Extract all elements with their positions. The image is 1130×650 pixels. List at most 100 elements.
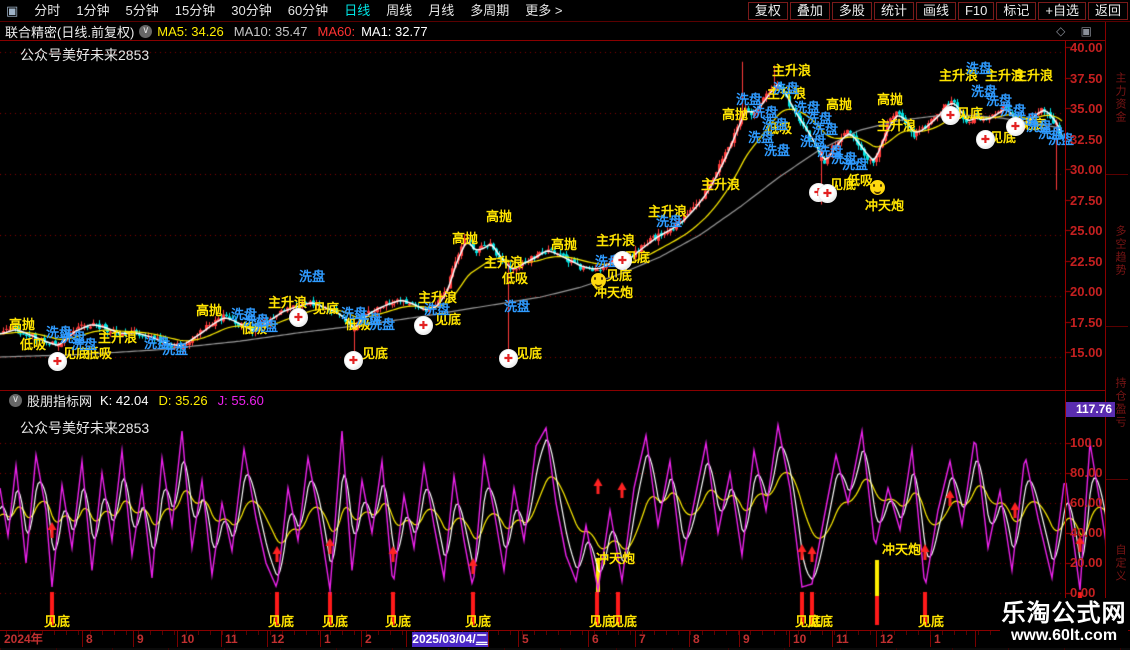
signal-label: 低吸 <box>502 272 528 285</box>
time-axis-tick <box>234 631 235 635</box>
tab-月线[interactable]: 月线 <box>420 3 462 18</box>
tab-多周期[interactable]: 多周期 <box>462 3 517 18</box>
price-axis-label: 22.50 <box>1070 255 1103 268</box>
tab-日线[interactable]: 日线 <box>336 3 378 18</box>
divider-panels <box>0 390 1130 391</box>
time-axis-tick <box>654 631 655 635</box>
signal-label: 见底 <box>957 107 983 120</box>
action-F10[interactable]: F10 <box>958 2 994 20</box>
time-axis-separator <box>876 631 877 647</box>
time-axis-separator <box>406 631 407 647</box>
tab-30分钟[interactable]: 30分钟 <box>223 3 279 18</box>
action-叠加[interactable]: 叠加 <box>790 2 830 20</box>
sidebar-tab-多空趋势[interactable]: 多空趋势 <box>1106 175 1128 328</box>
time-axis-tick <box>966 631 967 635</box>
signal-label: 主升浪 <box>701 178 740 191</box>
action-标记[interactable]: 标记 <box>996 2 1036 20</box>
signal-label: 低吸 <box>20 338 46 351</box>
time-axis-tick <box>126 631 127 635</box>
washplate-label: 洗盘 <box>162 343 188 356</box>
signal-label: 主升浪 <box>877 119 916 132</box>
time-axis-tick <box>918 631 919 635</box>
time-axis[interactable]: 2025/03/04/二 2024年8910111212567891011121 <box>0 630 1130 649</box>
action-画线[interactable]: 画线 <box>916 2 956 20</box>
time-axis-tick <box>750 631 751 635</box>
action-复权[interactable]: 复权 <box>748 2 788 20</box>
tab-60分钟[interactable]: 60分钟 <box>280 3 336 18</box>
time-axis-tick <box>42 631 43 635</box>
ma1-value: MA1: 32.77 <box>361 24 428 39</box>
annotations-overlay: 高抛低吸见底低吸主升浪高抛低吸主升浪见底低吸见底主升浪见底高抛高抛主升浪低吸见底… <box>0 0 1130 650</box>
action-多股[interactable]: 多股 <box>832 2 872 20</box>
signal-label: 主升浪 <box>484 256 523 269</box>
action-+自选[interactable]: +自选 <box>1038 2 1086 20</box>
time-axis-tick <box>570 631 571 635</box>
time-axis-tick <box>138 631 139 635</box>
time-axis-separator <box>588 631 589 647</box>
ma5-value: MA5: 34.26 <box>157 24 224 39</box>
time-axis-separator <box>975 631 976 647</box>
kdj-d-value: D: 35.26 <box>158 393 207 408</box>
time-axis-tick <box>378 631 379 635</box>
signal-label: 见底 <box>313 302 339 315</box>
time-axis-tick <box>210 631 211 635</box>
signal-label: 冲天炮 <box>865 199 904 212</box>
time-axis-tick <box>150 631 151 635</box>
time-axis-label: 6 <box>592 633 599 646</box>
time-axis-tick <box>54 631 55 635</box>
signal-label: 高抛 <box>196 304 222 317</box>
smiley-icon <box>870 180 885 195</box>
time-axis-tick <box>18 631 19 635</box>
time-axis-tick <box>762 631 763 635</box>
time-axis-tick <box>534 631 535 635</box>
price-axis-label: 30.00 <box>1070 163 1103 176</box>
action-返回[interactable]: 返回 <box>1088 2 1128 20</box>
time-axis-tick <box>942 631 943 635</box>
tab-更多 >[interactable]: 更多 > <box>517 3 570 18</box>
time-axis-tick <box>114 631 115 635</box>
time-axis-tick <box>282 631 283 635</box>
washplate-label: 洗盘 <box>504 300 530 313</box>
window-panel-icon[interactable]: ▣ <box>6 3 18 19</box>
chevron-down-icon[interactable]: ∨ <box>9 394 22 407</box>
chevron-down-icon[interactable]: ∨ <box>139 25 152 38</box>
tab-5分钟[interactable]: 5分钟 <box>118 3 167 18</box>
time-axis-separator <box>267 631 268 647</box>
time-axis-tick <box>990 631 991 635</box>
tab-周线[interactable]: 周线 <box>378 3 420 18</box>
time-axis-tick <box>330 631 331 635</box>
tab-15分钟[interactable]: 15分钟 <box>167 3 223 18</box>
indicator-axis-label: 100.0 <box>1070 436 1103 449</box>
indicator-title: 股朋指标网 <box>27 391 92 410</box>
crosshair-date-badge: 2025/03/04/二 <box>412 632 488 647</box>
indicator-axis-label: 40.00 <box>1070 526 1103 539</box>
time-axis-tick <box>162 631 163 635</box>
kdj-j-value: J: 55.60 <box>218 393 264 408</box>
tab-1分钟[interactable]: 1分钟 <box>68 3 117 18</box>
washplate-label: 洗盘 <box>299 270 325 283</box>
time-axis-tick <box>870 631 871 635</box>
trading-app-window: ▣ 分时1分钟5分钟15分钟30分钟60分钟日线周线月线多周期更多 > 复权叠加… <box>0 0 1130 650</box>
bottom-badge-icon: ✚ <box>613 251 632 270</box>
time-axis-label: 10 <box>793 633 806 646</box>
time-axis-separator <box>133 631 134 647</box>
signal-label: 见底 <box>606 269 632 282</box>
bottom-signal-label: 见底 <box>465 615 491 628</box>
time-axis-tick <box>930 631 931 635</box>
washplate-label: 洗盘 <box>424 303 450 316</box>
signal-label: 高抛 <box>551 238 577 251</box>
time-axis-separator <box>635 631 636 647</box>
tab-分时[interactable]: 分时 <box>26 3 68 18</box>
diamond-square-icons[interactable]: ◇ ▣ <box>1056 24 1098 38</box>
time-axis-tick <box>726 631 727 635</box>
sidebar-tab-主力资金[interactable]: 主力资金 <box>1106 22 1128 175</box>
time-axis-separator <box>488 631 489 647</box>
time-axis-separator <box>739 631 740 647</box>
signal-label: 主升浪 <box>268 296 307 309</box>
time-axis-tick <box>402 631 403 635</box>
chart-header: 联合精密(日线.前复权) ∨ MA5: 34.26 MA10: 35.47 MA… <box>0 22 1130 40</box>
time-axis-label: 5 <box>522 633 529 646</box>
indicator-axis-label: 80.00 <box>1070 466 1103 479</box>
action-统计[interactable]: 统计 <box>874 2 914 20</box>
signal-label: 高抛 <box>722 108 748 121</box>
